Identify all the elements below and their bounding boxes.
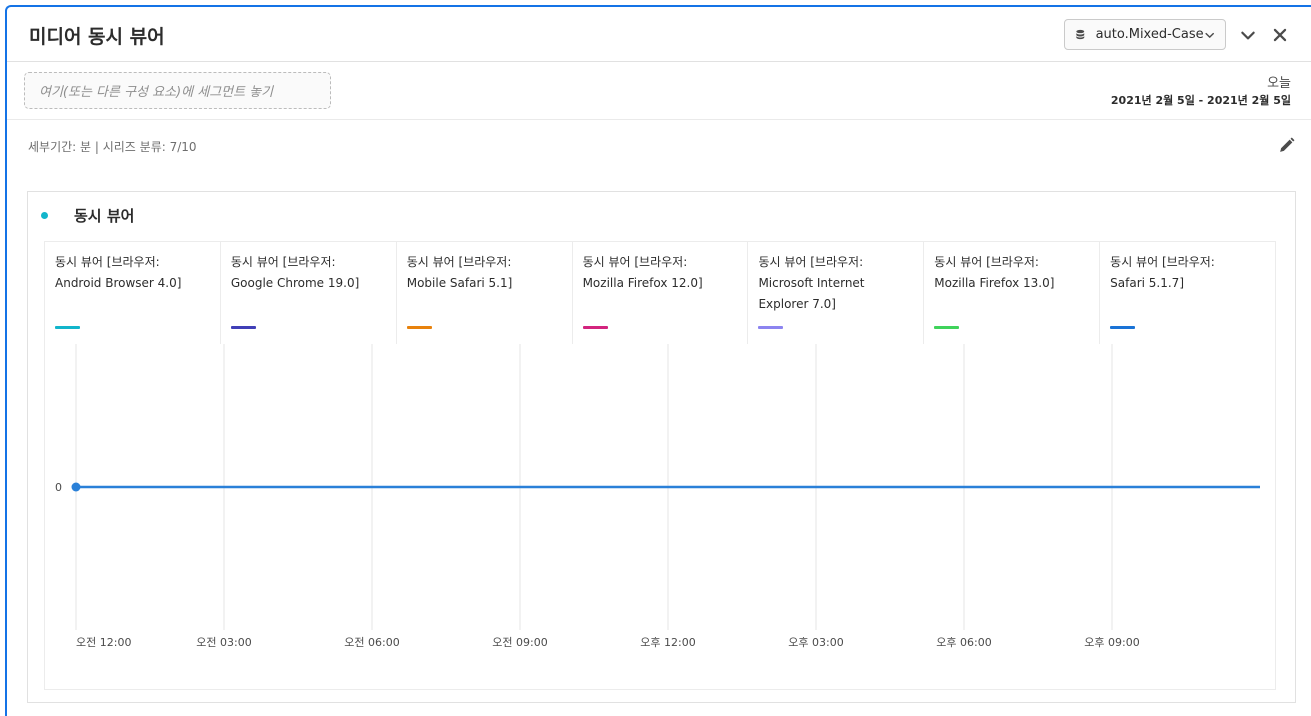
close-icon[interactable] xyxy=(1271,26,1289,44)
legend-color-swatch xyxy=(230,326,256,329)
visualization-title[interactable]: 동시 뷰어 xyxy=(74,205,134,226)
x-tick-label: 오전 06:00 xyxy=(344,636,399,649)
legend-color-swatch xyxy=(582,326,608,329)
report-suite-label: auto.Mixed-Case xyxy=(1095,27,1204,42)
legend-color-swatch xyxy=(55,326,80,329)
visualization-status-dot xyxy=(41,212,48,219)
legend-color-swatch xyxy=(1110,326,1136,329)
legend-metric-label: 동시 뷰어 [브라우저: xyxy=(406,255,512,269)
legend-color-swatch xyxy=(406,326,432,329)
pencil-icon[interactable] xyxy=(1278,137,1295,154)
x-tick-label: 오전 03:00 xyxy=(196,636,251,649)
legend-metric-label: 동시 뷰어 [브라우저: xyxy=(230,255,336,269)
legend-metric-label: 동시 뷰어 [브라우저: xyxy=(758,255,864,269)
legend-dimension-label: Microsoft Internet Explorer 7.0] xyxy=(758,276,865,311)
panel: 미디어 동시 뷰어 auto.Mixed-Case 여기(또는 다른 구성 요소… xyxy=(5,5,1311,716)
legend-item[interactable]: 동시 뷰어 [브라우저: Android Browser 4.0] xyxy=(45,242,221,344)
date-range-value[interactable]: 2021년 2월 5일 - 2021년 2월 5일 xyxy=(1111,92,1291,108)
legend-item[interactable]: 동시 뷰어 [브라우저: Mobile Safari 5.1] xyxy=(397,242,573,344)
report-suite-select[interactable]: auto.Mixed-Case xyxy=(1064,19,1226,50)
legend-color-swatch xyxy=(934,326,960,329)
panel-header: 미디어 동시 뷰어 auto.Mixed-Case xyxy=(7,7,1311,62)
x-tick-label: 오후 06:00 xyxy=(936,636,991,649)
legend-dimension-label: Mozilla Firefox 12.0] xyxy=(582,276,703,290)
chart-legend: 동시 뷰어 [브라우저: Android Browser 4.0] 동시 뷰어 … xyxy=(44,241,1276,344)
legend-color-swatch xyxy=(758,326,784,329)
x-tick-label: 오후 09:00 xyxy=(1084,636,1139,649)
legend-dimension-label: Android Browser 4.0] xyxy=(55,276,182,290)
segment-drop-zone[interactable]: 여기(또는 다른 구성 요소)에 세그먼트 놓기 xyxy=(24,72,331,109)
legend-item[interactable]: 동시 뷰어 [브라우저: Google Chrome 19.0] xyxy=(221,242,397,344)
date-range-label[interactable]: 오늘 xyxy=(1267,72,1291,91)
legend-metric-label: 동시 뷰어 [브라우저: xyxy=(55,255,160,269)
series-point xyxy=(71,482,81,492)
segment-row: 여기(또는 다른 구성 요소)에 세그먼트 놓기 오늘 2021년 2월 5일 … xyxy=(7,62,1311,120)
database-icon xyxy=(1076,29,1085,40)
line-chart: 오전 12:00 오전 03:00 오전 06:00 오전 09:00 오후 12:00… xyxy=(44,344,1276,690)
legend-item[interactable]: 동시 뷰어 [브라우저: Mozilla Firefox 13.0] xyxy=(924,242,1101,344)
legend-dimension-label: Google Chrome 19.0] xyxy=(230,276,360,290)
panel-title: 미디어 동시 뷰어 xyxy=(29,26,165,48)
x-tick-label: 오전 09:00 xyxy=(492,636,547,649)
x-tick-label: 오후 03:00 xyxy=(788,636,843,649)
x-tick-label: 오전 12:00 xyxy=(76,636,131,649)
legend-metric-label: 동시 뷰어 [브라우저: xyxy=(1110,255,1215,269)
x-tick-label: 오후 12:00 xyxy=(640,636,695,649)
visualization-settings-summary: 세부기간: 분 | 시리즈 분류: 7/10 xyxy=(28,140,197,154)
legend-item[interactable]: 동시 뷰어 [브라우저: Mozilla Firefox 12.0] xyxy=(573,242,749,344)
line-chart-svg: 오전 12:00 오전 03:00 오전 06:00 오전 09:00 오후 12:00… xyxy=(55,344,1260,649)
legend-metric-label: 동시 뷰어 [브라우저: xyxy=(934,255,1039,269)
visualization-card: 동시 뷰어 동시 뷰어 [브라우저: Android Browser 4.0] … xyxy=(27,191,1296,703)
legend-dimension-label: Mozilla Firefox 13.0] xyxy=(934,276,1055,290)
legend-item[interactable]: 동시 뷰어 [브라우저: Safari 5.1.7] xyxy=(1100,242,1275,344)
chevron-down-icon xyxy=(1205,32,1214,38)
legend-dimension-label: Safari 5.1.7] xyxy=(1110,276,1185,290)
legend-item[interactable]: 동시 뷰어 [브라우저: Microsoft Internet Explorer… xyxy=(748,242,925,344)
y-tick-label: 0 xyxy=(55,481,62,494)
legend-metric-label: 동시 뷰어 [브라우저: xyxy=(582,255,688,269)
collapse-chevron-icon[interactable] xyxy=(1239,26,1257,44)
legend-dimension-label: Mobile Safari 5.1] xyxy=(406,276,513,290)
